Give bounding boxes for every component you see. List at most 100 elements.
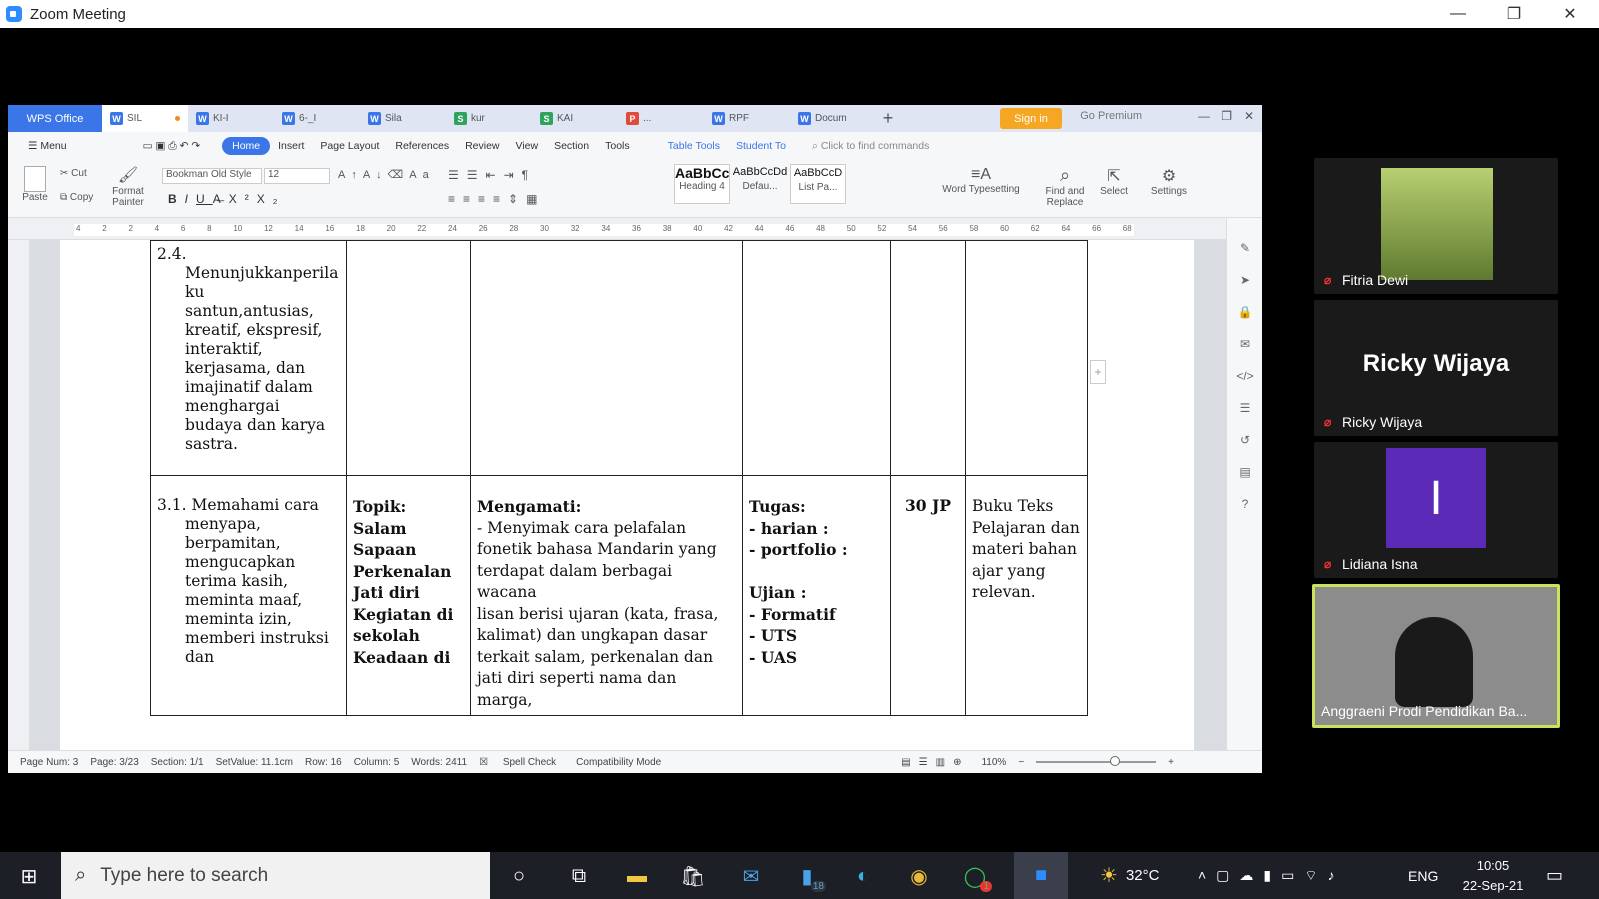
mail-icon[interactable]: ✉ — [734, 860, 768, 892]
zoom-taskbar-icon[interactable]: ■ — [1014, 852, 1068, 899]
doc-tab[interactable]: S KAI — [532, 105, 618, 132]
zoom-out-icon[interactable]: − — [1018, 757, 1024, 768]
tab-view[interactable]: View — [508, 140, 547, 152]
table-cell[interactable]: 30 JP — [890, 475, 966, 716]
doc-tab[interactable]: W SIL — [102, 105, 188, 132]
table-cell[interactable] — [346, 240, 471, 476]
table-cell[interactable] — [965, 240, 1088, 476]
cut-button[interactable]: ✂ Cut — [60, 168, 87, 179]
new-tab-plus-icon[interactable]: + — [876, 108, 900, 129]
sliders-icon[interactable]: ☰ — [1227, 392, 1262, 424]
tab-student-tools[interactable]: Student To — [728, 140, 794, 152]
view-mode-icons[interactable]: ▤☰▥⊕ — [901, 757, 969, 768]
notification-center-icon[interactable]: ▭ — [1546, 852, 1563, 899]
tab-page-layout[interactable]: Page Layout — [312, 140, 387, 152]
zoom-level[interactable]: 110% — [981, 757, 1006, 768]
tab-references[interactable]: References — [387, 140, 457, 152]
table-cell[interactable] — [470, 240, 743, 476]
doc-tab[interactable]: P... — [618, 105, 704, 132]
zoom-in-icon[interactable]: + — [1168, 757, 1174, 768]
table-cell[interactable] — [742, 240, 891, 476]
pointer-icon[interactable]: ➤ — [1227, 264, 1262, 296]
list-icon[interactable]: ▤ — [1227, 456, 1262, 488]
vertical-ruler[interactable] — [8, 240, 30, 750]
table-cell[interactable]: Mengamati: - Menyimak cara pelafalan fonet… — [470, 475, 743, 716]
sign-in-button[interactable]: Sign in — [1000, 108, 1062, 129]
tab-home[interactable]: Home — [222, 137, 271, 155]
lock-icon[interactable]: 🔒 — [1227, 296, 1262, 328]
participant-tile[interactable]: I ⌀ Lidiana Isna — [1314, 442, 1558, 578]
tab-section[interactable]: Section — [546, 140, 597, 152]
font-size-select[interactable]: 12 — [264, 168, 330, 184]
font-family-select[interactable]: Bookman Old Style — [162, 168, 262, 184]
store-icon[interactable]: 🛍 — [676, 860, 710, 892]
doc-tab[interactable]: Skur — [446, 105, 532, 132]
go-premium-button[interactable]: Go Premium — [1080, 110, 1142, 122]
wps-restore-icon[interactable]: ❐ — [1221, 109, 1232, 123]
font-tools-row[interactable]: A↑A↓⌫Aa — [338, 168, 435, 181]
format-tools-row[interactable]: BIUA̶X²X₂ — [168, 192, 285, 206]
tab-table-tools[interactable]: Table Tools — [660, 140, 728, 152]
taskbar-search[interactable]: ⌕ Type here to search — [61, 852, 490, 899]
cortana-icon[interactable]: ○ — [502, 860, 536, 892]
phone-app-icon[interactable]: ▮ 18 — [790, 860, 826, 892]
history-icon[interactable]: ↺ — [1227, 424, 1262, 456]
tab-review[interactable]: Review — [457, 140, 507, 152]
table-cell[interactable]: 2.4. Menunjukkanperila ku santun,antusias, k… — [150, 240, 347, 476]
horizontal-ruler[interactable]: 4 2 2 4 6 8 10 12 14 16 18 20 22 24 26 28 30 32 34 36 38 40 42… — [8, 218, 1262, 240]
table-cell[interactable]: Tugas: - harian : - portfolio : Ujian : - F… — [742, 475, 891, 716]
find-replace-button[interactable]: ⌕ Find and Replace — [1040, 164, 1090, 208]
wps-minimize-icon[interactable]: — — [1198, 109, 1210, 123]
doc-tab[interactable]: W Docum — [790, 105, 876, 132]
participant-tile[interactable]: Ricky Wijaya ⌀ Ricky Wijaya — [1314, 300, 1558, 436]
minimize-button[interactable]: — — [1430, 0, 1486, 28]
settings-button[interactable]: ⚙ Settings — [1144, 166, 1194, 197]
pen-icon[interactable]: ✎ — [1227, 232, 1262, 264]
wps-office-button[interactable]: WPS Office — [8, 105, 102, 132]
word-typesetting-button[interactable]: ≡A Word Typesetting — [933, 166, 1029, 195]
close-button[interactable]: ✕ — [1542, 0, 1598, 28]
style-heading4[interactable]: AaBbCc Heading 4 — [674, 164, 730, 204]
tab-insert[interactable]: Insert — [270, 140, 312, 152]
doc-tab[interactable]: W 6-_I — [274, 105, 360, 132]
task-view-icon[interactable]: ⧉ — [562, 860, 596, 892]
paste-button[interactable]: Paste — [18, 166, 52, 203]
file-explorer-icon[interactable]: ▬ — [620, 860, 654, 892]
code-icon[interactable]: </> — [1227, 360, 1262, 392]
command-search[interactable]: ⌕ Click to find commands — [812, 140, 929, 153]
table-cell[interactable]: Topik: Salam Sapaan Perkenalan Jati diri Kegi… — [346, 475, 471, 716]
zoom-slider-thumb[interactable] — [1110, 756, 1121, 766]
tab-tools[interactable]: Tools — [597, 140, 638, 152]
add-column-icon[interactable]: + — [1090, 360, 1106, 384]
paragraph-tools-row[interactable]: ☰☰⇤⇥¶ — [448, 168, 536, 182]
edge-icon[interactable]: ◐ — [846, 860, 880, 892]
weather-widget[interactable]: ☀ 32°C — [1100, 852, 1159, 899]
doc-tab[interactable]: W KI-I — [188, 105, 274, 132]
select-button[interactable]: ⇱ Select — [1094, 166, 1134, 197]
help-icon[interactable]: ? — [1227, 488, 1262, 520]
copy-button[interactable]: ⧉ Copy — [60, 192, 93, 203]
document-page[interactable]: 2.4. Menunjukkanperila ku santun,antusias, k… — [60, 240, 1194, 750]
style-default[interactable]: AaBbCcDd Defau... — [732, 164, 788, 204]
restore-button[interactable]: ❐ — [1486, 0, 1542, 28]
quick-access-icons[interactable]: ▭ ▣ ⎙ ↶ ↷ — [135, 140, 209, 153]
doc-tab[interactable]: W RPF — [704, 105, 790, 132]
format-painter-button[interactable]: 🖌 Format Painter — [108, 166, 148, 208]
align-tools-row[interactable]: ≡≡≡≡⇕▦ — [448, 192, 545, 206]
active-speaker-tile[interactable]: Anggraeni Prodi Pendidikan Ba... — [1312, 584, 1560, 728]
windows-start-icon[interactable]: ⊞ — [12, 860, 46, 892]
style-list-paragraph[interactable]: AaBbCcD List Pa... — [790, 164, 846, 204]
table-cell[interactable] — [890, 240, 966, 476]
system-tray-icons[interactable]: ˄▢☁▮▭⌔♪ — [1198, 852, 1345, 899]
whatsapp-icon[interactable]: ◯ 1 — [958, 860, 992, 892]
menu-button[interactable]: ☰ Menu — [20, 140, 75, 152]
chrome-icon[interactable]: ◉ — [902, 860, 936, 892]
table-cell[interactable]: 3.1. Memahami cara menyapa, berpamitan, men… — [150, 475, 347, 716]
participant-tile[interactable]: ⌀ Fitria Dewi — [1314, 158, 1558, 294]
zoom-slider[interactable] — [1036, 756, 1157, 766]
clock[interactable]: 10:05 22-Sep-21 — [1455, 852, 1531, 899]
input-language[interactable]: ENG — [1408, 852, 1438, 899]
table-cell[interactable]: Buku Teks Pelajaran dan materi bahan ajar y… — [965, 475, 1088, 716]
doc-tab[interactable]: W Sila — [360, 105, 446, 132]
comment-icon[interactable]: ✉ — [1227, 328, 1262, 360]
